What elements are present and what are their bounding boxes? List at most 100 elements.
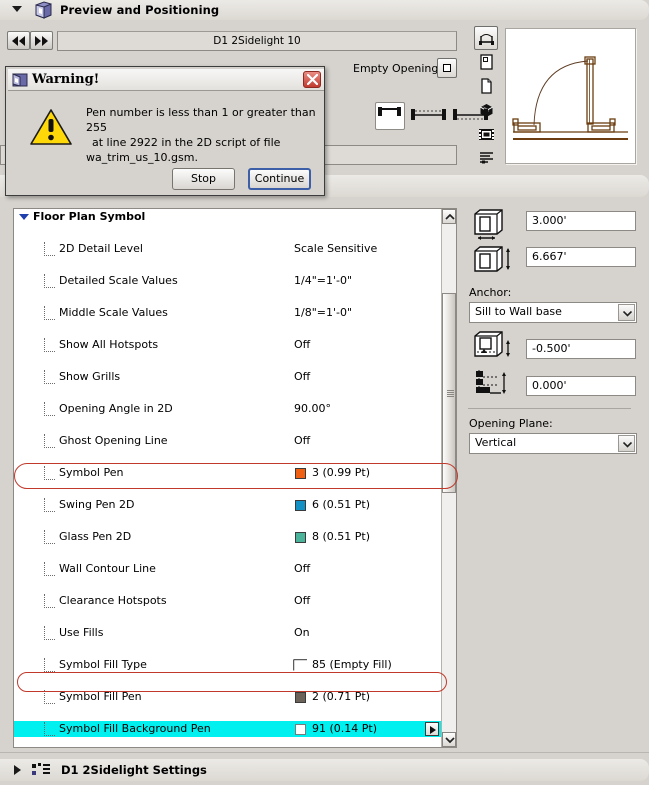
property-row[interactable]: Wall Contour Line Off	[14, 561, 442, 577]
divider	[468, 408, 631, 409]
pen-color-swatch[interactable]	[295, 532, 306, 543]
tree-branch-icon	[44, 242, 55, 256]
stop-button[interactable]: Stop	[172, 168, 235, 190]
tree-branch-icon	[44, 370, 55, 384]
sill-height-icon	[471, 330, 517, 367]
property-group-floor-plan-symbol[interactable]: Floor Plan Symbol	[14, 209, 442, 225]
property-row[interactable]: Symbol Fill Pen 2 (0.71 Pt)	[14, 689, 442, 705]
property-label: Ghost Opening Line	[59, 434, 168, 447]
property-row[interactable]: Symbol Fill Type 85 (Empty Fill)	[14, 657, 442, 673]
fill-pattern-swatch[interactable]	[293, 659, 308, 671]
elevation-view-icon[interactable]	[474, 50, 498, 74]
page-corner-view-icon[interactable]	[474, 74, 498, 98]
story-height-input[interactable]: 0.000'	[526, 376, 636, 396]
next-object-button[interactable]	[30, 31, 53, 50]
wall-anchor-options	[375, 102, 505, 130]
arrow-right-icon[interactable]	[425, 722, 439, 736]
scroll-up-button[interactable]	[442, 209, 456, 224]
preview-panel-header: Preview and Positioning	[0, 0, 649, 20]
chevron-up-icon	[445, 214, 455, 220]
2d-symbol-view-icon[interactable]	[474, 26, 498, 50]
property-row[interactable]: Symbol Pen 3 (0.99 Pt)	[14, 465, 442, 481]
property-list-scrollbar[interactable]	[441, 209, 456, 747]
property-label: Opening Angle in 2D	[59, 402, 173, 415]
tree-branch-icon	[44, 626, 55, 640]
wall-anchor-inner-icon[interactable]	[375, 102, 405, 130]
empty-opening-square-icon	[443, 64, 451, 72]
tree-branch-icon	[44, 722, 55, 736]
property-row[interactable]: Glass Pen 2D 8 (0.51 Pt)	[14, 529, 442, 545]
property-label: Wall Contour Line	[59, 562, 156, 575]
close-icon[interactable]	[303, 71, 321, 88]
scrollbar-thumb[interactable]	[442, 293, 456, 493]
settings-footer-bar: D1 2Sidelight Settings	[0, 759, 649, 781]
chevron-down-icon[interactable]	[12, 6, 22, 12]
double-arrow-left-icon	[12, 36, 25, 46]
dialog-title: Warning!	[32, 72, 100, 87]
property-row[interactable]: Opening Angle in 2D 90.00°	[14, 401, 442, 417]
warning-dialog: Warning! Pen number is less than 1 or gr…	[5, 66, 325, 196]
property-row[interactable]: Swing Pen 2D 6 (0.51 Pt)	[14, 497, 442, 513]
object-name-field[interactable]: D1 2Sidelight 10	[57, 31, 457, 51]
chevron-down-icon[interactable]	[618, 304, 635, 321]
property-row[interactable]: Ghost Opening Line Off	[14, 433, 442, 449]
property-value: Off	[294, 434, 311, 447]
settings-grid-icon	[32, 763, 50, 777]
property-label: Symbol Fill Background Pen	[59, 722, 211, 735]
property-value: 6 (0.51 Pt)	[312, 498, 371, 511]
property-row[interactable]: Show All Hotspots Off	[14, 337, 442, 353]
property-label: Symbol Fill Pen	[59, 690, 142, 703]
pen-color-swatch[interactable]	[295, 692, 306, 703]
list-view-icon[interactable]	[474, 146, 498, 170]
tree-branch-icon	[44, 434, 55, 448]
property-label: Show Grills	[59, 370, 121, 383]
chevron-down-icon[interactable]	[19, 214, 29, 220]
width-input[interactable]: 3.000'	[526, 211, 636, 231]
property-label: Detailed Scale Values	[59, 274, 178, 287]
continue-button[interactable]: Continue	[248, 168, 311, 190]
property-row[interactable]: Detailed Scale Values 1/4"=1'-0"	[14, 273, 442, 289]
pen-color-swatch[interactable]	[295, 724, 306, 735]
chevron-down-icon[interactable]	[618, 435, 635, 452]
property-label: 2D Detail Level	[59, 242, 143, 255]
anchor-select[interactable]: Sill to Wall base	[469, 302, 637, 323]
property-value: 85 (Empty Fill)	[312, 658, 392, 671]
view-mode-toolbar	[472, 26, 500, 171]
wall-anchor-outer-icon[interactable]	[453, 108, 489, 127]
property-value: Off	[294, 594, 311, 607]
height-input[interactable]: 6.667'	[526, 247, 636, 267]
property-label: Clearance Hotspots	[59, 594, 167, 607]
property-list[interactable]: Floor Plan Symbol 2D Detail Level Scale Se…	[13, 208, 457, 748]
property-row[interactable]: 2D Detail Level Scale Sensitive	[14, 241, 442, 257]
tree-branch-icon	[44, 274, 55, 288]
property-row[interactable]: Symbol Fill Background Pen 91 (0.14 Pt)	[14, 721, 442, 737]
object-preview	[505, 28, 636, 164]
property-label: Swing Pen 2D	[59, 498, 135, 511]
opening-plane-label: Opening Plane:	[469, 417, 553, 430]
property-row[interactable]: Use Fills On	[14, 625, 442, 641]
scroll-down-button[interactable]	[442, 732, 456, 747]
property-label: Symbol Pen	[59, 466, 124, 479]
pen-color-swatch[interactable]	[295, 468, 306, 479]
tree-branch-icon	[44, 498, 55, 512]
chevron-right-icon[interactable]	[14, 765, 21, 775]
property-value: 1/8"=1'-0"	[294, 306, 353, 319]
property-row[interactable]: Middle Scale Values 1/8"=1'-0"	[14, 305, 442, 321]
property-row[interactable]: Show Grills Off	[14, 369, 442, 385]
property-label: Glass Pen 2D	[59, 530, 132, 543]
anchor-label: Anchor:	[469, 286, 512, 299]
tree-branch-icon	[44, 402, 55, 416]
property-label: Symbol Fill Type	[59, 658, 147, 671]
chevron-down-icon	[445, 737, 455, 744]
pen-color-swatch[interactable]	[295, 500, 306, 511]
previous-object-button[interactable]	[7, 31, 30, 50]
empty-opening-toggle[interactable]	[437, 58, 457, 78]
opening-plane-select[interactable]: Vertical	[469, 433, 637, 454]
property-value: 3 (0.99 Pt)	[312, 466, 371, 479]
sill-height-input[interactable]: -0.500'	[526, 339, 636, 359]
wall-anchor-center-icon[interactable]	[411, 108, 447, 127]
property-value: 90.00°	[294, 402, 331, 415]
property-row[interactable]: Clearance Hotspots Off	[14, 593, 442, 609]
property-value: Scale Sensitive	[294, 242, 378, 255]
double-arrow-right-icon	[35, 36, 48, 46]
